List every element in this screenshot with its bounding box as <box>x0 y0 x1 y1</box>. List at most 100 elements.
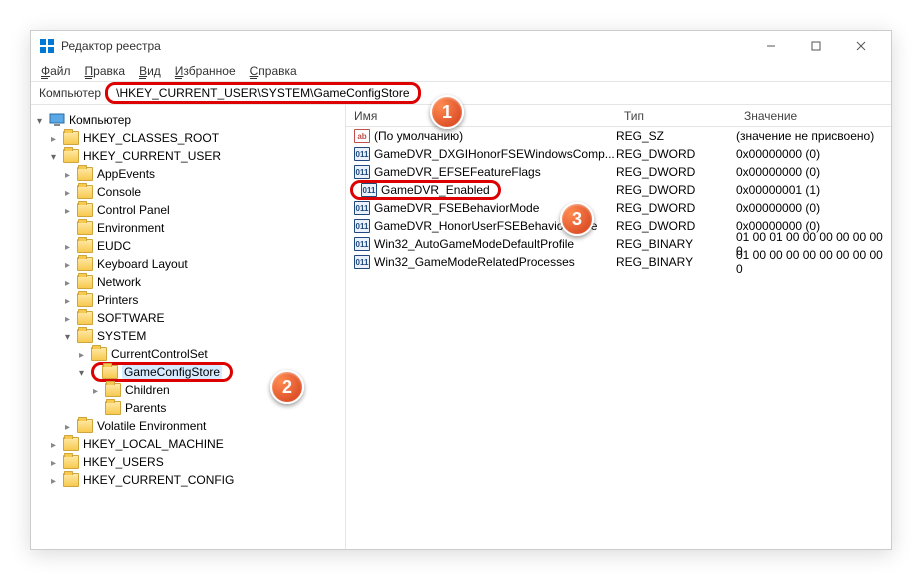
callout-2: 2 <box>270 370 304 404</box>
chevron-right-icon[interactable] <box>51 131 63 145</box>
tree-item[interactable]: HKEY_CURRENT_USER <box>31 147 345 165</box>
address-label: Компьютер <box>39 86 101 100</box>
list-item[interactable]: ab(По умолчанию)REG_SZ(значение не присв… <box>346 127 891 145</box>
binary-value-icon: 011 <box>354 237 370 251</box>
value-name: Win32_AutoGameModeDefaultProfile <box>374 237 574 251</box>
folder-icon <box>77 185 93 199</box>
value-data: 0x00000000 (0) <box>736 147 891 161</box>
value-type: REG_DWORD <box>616 201 736 215</box>
values-pane[interactable]: Имя Тип Значение ab(По умолчанию)REG_SZ(… <box>346 105 891 549</box>
col-value[interactable]: Значение <box>736 109 891 123</box>
folder-icon <box>77 239 93 253</box>
tree-item[interactable]: Control Panel <box>31 201 345 219</box>
folder-icon <box>63 131 79 145</box>
chevron-right-icon[interactable] <box>65 419 77 433</box>
chevron-right-icon[interactable] <box>65 311 77 325</box>
list-item[interactable]: 011GameDVR_FSEBehaviorModeREG_DWORD0x000… <box>346 199 891 217</box>
tree-item[interactable]: Printers <box>31 291 345 309</box>
value-name: Win32_GameModeRelatedProcesses <box>374 255 575 269</box>
menu-favorites[interactable]: Избранное <box>175 64 236 78</box>
menu-file[interactable]: Файл <box>41 64 71 78</box>
binary-value-icon: 011 <box>354 201 370 215</box>
chevron-right-icon[interactable] <box>51 473 63 487</box>
value-type: REG_DWORD <box>616 147 736 161</box>
value-name: (По умолчанию) <box>374 129 463 143</box>
chevron-right-icon[interactable] <box>65 167 77 181</box>
binary-value-icon: 011 <box>354 165 370 179</box>
chevron-down-icon[interactable] <box>51 149 63 163</box>
callout-1: 1 <box>430 95 464 129</box>
chevron-right-icon[interactable] <box>65 185 77 199</box>
tree-item[interactable]: EUDC <box>31 237 345 255</box>
list-item[interactable]: 011Win32_GameModeRelatedProcessesREG_BIN… <box>346 253 891 271</box>
tree-item[interactable]: HKEY_LOCAL_MACHINE <box>31 435 345 453</box>
string-value-icon: ab <box>354 129 370 143</box>
chevron-right-icon[interactable] <box>65 239 77 253</box>
folder-icon <box>105 401 121 415</box>
folder-icon <box>63 473 79 487</box>
tree-item[interactable]: Network <box>31 273 345 291</box>
value-data: 0x00000000 (0) <box>736 165 891 179</box>
value-name: GameDVR_EFSEFeatureFlags <box>374 165 541 179</box>
chevron-down-icon[interactable] <box>37 113 49 127</box>
binary-value-icon: 011 <box>354 255 370 269</box>
tree-item[interactable]: HKEY_CURRENT_CONFIG <box>31 471 345 489</box>
list-item[interactable]: 011 GameDVR_EFSEFeatureFlags REG_DWORD0x00… <box>346 163 891 181</box>
folder-icon <box>77 203 93 217</box>
menu-view[interactable]: Вид <box>139 64 161 78</box>
minimize-button[interactable] <box>748 31 793 61</box>
folder-icon <box>63 437 79 451</box>
chevron-right-icon[interactable] <box>65 257 77 271</box>
chevron-right-icon[interactable] <box>93 383 105 397</box>
list-item[interactable]: 011GameDVR_EnabledREG_DWORD0x00000001 (1… <box>346 181 891 199</box>
value-name: GameDVR_Enabled <box>381 183 490 197</box>
value-type: REG_DWORD <box>616 165 736 179</box>
address-path[interactable]: \HKEY_CURRENT_USER\SYSTEM\GameConfigStor… <box>105 82 420 104</box>
binary-value-icon: 011 <box>354 147 370 161</box>
binary-value-icon: 011 <box>354 219 370 233</box>
chevron-right-icon[interactable] <box>65 275 77 289</box>
window-title: Редактор реестра <box>61 39 748 53</box>
maximize-button[interactable] <box>793 31 838 61</box>
tree-item[interactable]: Environment <box>31 219 345 237</box>
folder-icon <box>77 311 93 325</box>
tree-item[interactable]: SYSTEM <box>31 327 345 345</box>
list-header[interactable]: Имя Тип Значение <box>346 105 891 127</box>
tree-item[interactable]: Parents <box>31 399 345 417</box>
value-data: 0x00000001 (1) <box>736 183 891 197</box>
chevron-right-icon[interactable] <box>65 203 77 217</box>
titlebar[interactable]: Редактор реестра <box>31 31 891 61</box>
chevron-down-icon[interactable] <box>79 365 91 379</box>
tree-pane[interactable]: Компьютер HKEY_CLASSES_ROOT HKEY_CURRENT… <box>31 105 346 549</box>
value-name: GameDVR_DXGIHonorFSEWindowsComp... <box>374 147 615 161</box>
tree-item[interactable]: Keyboard Layout <box>31 255 345 273</box>
callout-3: 3 <box>560 202 594 236</box>
tree-item[interactable]: HKEY_USERS <box>31 453 345 471</box>
tree-item[interactable]: AppEvents <box>31 165 345 183</box>
menu-help[interactable]: Справка <box>250 64 297 78</box>
list-item[interactable]: 011 GameDVR_DXGIHonorFSEWindowsComp...REG… <box>346 145 891 163</box>
tree-item[interactable]: Console <box>31 183 345 201</box>
folder-icon <box>102 365 118 379</box>
chevron-right-icon[interactable] <box>51 455 63 469</box>
chevron-right-icon[interactable] <box>51 437 63 451</box>
folder-icon <box>77 167 93 181</box>
tree-root[interactable]: Компьютер <box>31 111 345 129</box>
folder-icon <box>77 221 93 235</box>
tree-item[interactable]: Volatile Environment <box>31 417 345 435</box>
value-type: REG_SZ <box>616 129 736 143</box>
col-type[interactable]: Тип <box>616 109 736 123</box>
col-name[interactable]: Имя <box>346 109 616 123</box>
value-data: 0x00000000 (0) <box>736 201 891 215</box>
folder-icon <box>63 149 79 163</box>
folder-icon <box>105 383 121 397</box>
menu-edit[interactable]: Правка <box>85 64 126 78</box>
chevron-down-icon[interactable] <box>65 329 77 343</box>
chevron-right-icon[interactable] <box>79 347 91 361</box>
tree-item[interactable]: CurrentControlSet <box>31 345 345 363</box>
chevron-right-icon[interactable] <box>65 293 77 307</box>
tree-item[interactable]: HKEY_CLASSES_ROOT <box>31 129 345 147</box>
value-type: REG_BINARY <box>616 237 736 251</box>
close-button[interactable] <box>838 31 883 61</box>
tree-item[interactable]: SOFTWARE <box>31 309 345 327</box>
